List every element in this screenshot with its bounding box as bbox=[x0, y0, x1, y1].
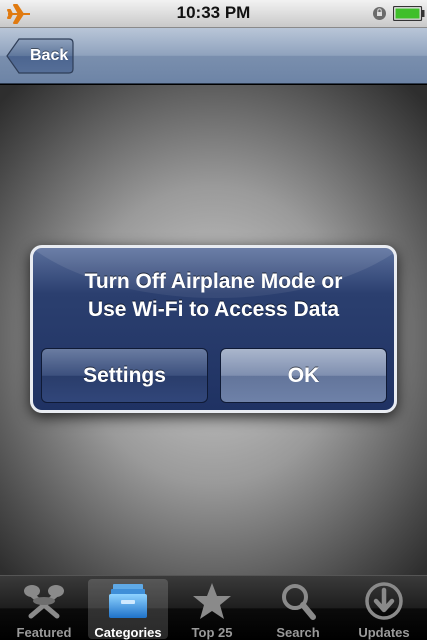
tab-categories[interactable]: Categories bbox=[88, 579, 168, 640]
rotation-lock-icon bbox=[373, 7, 386, 20]
tab-bar: Featured Categories Top 25 Search Update… bbox=[0, 575, 427, 640]
tab-search[interactable]: Search bbox=[258, 579, 338, 640]
featured-icon bbox=[24, 585, 64, 619]
tab-label-search: Search bbox=[276, 625, 320, 640]
alert-message-line-2: Use Wi-Fi to Access Data bbox=[87, 298, 340, 321]
alert-dialog: Turn Off Airplane Mode or Use Wi-Fi to A… bbox=[30, 245, 397, 413]
ok-button[interactable]: OK bbox=[220, 348, 387, 403]
alert-message: Turn Off Airplane Mode or Use Wi-Fi to A… bbox=[41, 268, 386, 324]
tab-featured[interactable]: Featured bbox=[4, 579, 84, 640]
tab-updates[interactable]: Updates bbox=[344, 579, 424, 640]
back-button[interactable]: Back bbox=[6, 38, 74, 74]
back-button-label: Back bbox=[30, 47, 69, 64]
tab-top-25[interactable]: Top 25 bbox=[172, 579, 252, 640]
navigation-bar: Back bbox=[0, 28, 427, 84]
updates-icon bbox=[365, 582, 403, 620]
settings-button[interactable]: Settings bbox=[41, 348, 208, 403]
search-icon bbox=[282, 584, 316, 620]
categories-icon bbox=[109, 584, 147, 618]
tab-label-featured: Featured bbox=[16, 625, 72, 640]
star-icon bbox=[193, 583, 231, 619]
app-screen: 10:33 PM Back Turn Off Airplane Mode or … bbox=[0, 0, 427, 640]
tab-label-categories: Categories bbox=[94, 625, 162, 640]
battery-icon bbox=[393, 6, 425, 21]
tab-label-updates: Updates bbox=[358, 625, 410, 640]
status-bar: 10:33 PM bbox=[0, 0, 427, 28]
tab-label-top-25: Top 25 bbox=[191, 625, 233, 640]
alert-message-line-1: Turn Off Airplane Mode or bbox=[84, 270, 343, 293]
status-time: 10:33 PM bbox=[176, 3, 251, 22]
